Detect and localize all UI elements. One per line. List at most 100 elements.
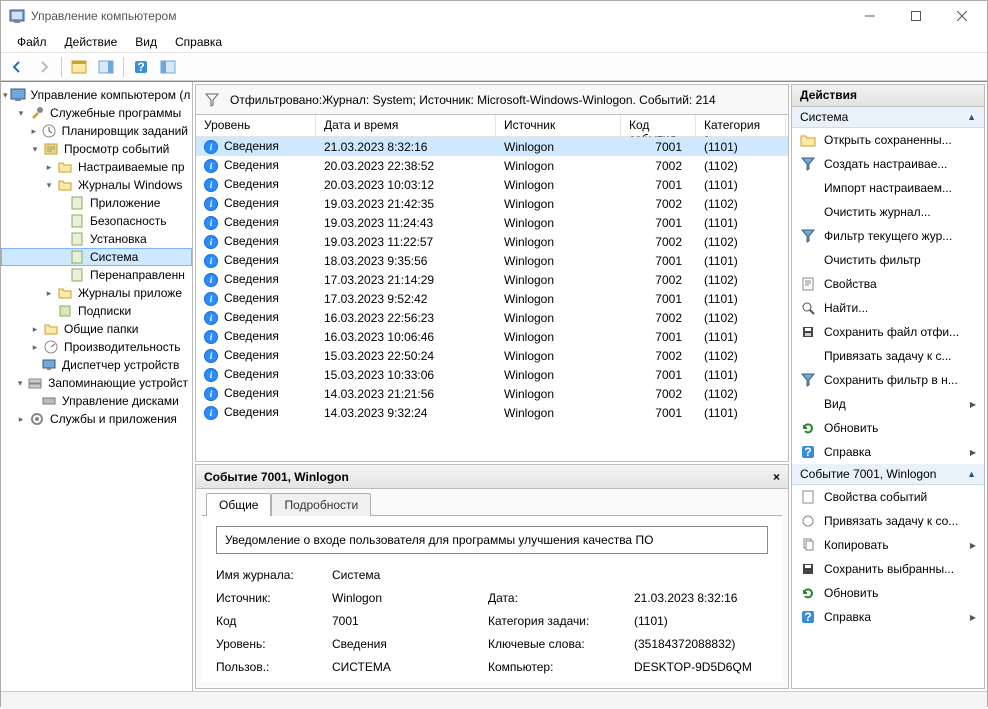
tree-custom-views[interactable]: ▸Настраиваемые пр — [1, 158, 192, 176]
action-import-custom[interactable]: Импорт настраиваем... — [792, 176, 984, 200]
tab-general[interactable]: Общие — [206, 493, 271, 516]
action-help-event[interactable]: ?Справка▶ — [792, 605, 984, 629]
action-create-custom[interactable]: Создать настраивае... — [792, 152, 984, 176]
services-icon — [29, 411, 45, 427]
event-row[interactable]: iСведения17.03.2023 9:52:42Winlogon7001(… — [196, 289, 788, 308]
tree-log-application[interactable]: Приложение — [1, 194, 192, 212]
action-group-event[interactable]: Событие 7001, Winlogon▲ — [792, 464, 984, 485]
event-row[interactable]: iСведения20.03.2023 10:03:12Winlogon7001… — [196, 175, 788, 194]
label-user: Пользов.: — [216, 660, 326, 674]
tree-performance[interactable]: ▸Производительность — [1, 338, 192, 356]
tree-app-logs[interactable]: ▸Журналы приложе — [1, 284, 192, 302]
arrow-right-icon: ▶ — [970, 448, 976, 457]
show-hide-actions-button[interactable] — [94, 55, 118, 79]
funnel-icon — [800, 228, 816, 244]
action-copy[interactable]: Копировать▶ — [792, 533, 984, 557]
event-row[interactable]: iСведения17.03.2023 21:14:29Winlogon7002… — [196, 270, 788, 289]
find-icon — [800, 300, 816, 316]
tree-shared-folders[interactable]: ▸Общие папки — [1, 320, 192, 338]
action-save-filtered[interactable]: Сохранить файл отфи... — [792, 320, 984, 344]
action-clear-log[interactable]: Очистить журнал... — [792, 200, 984, 224]
event-row[interactable]: iСведения19.03.2023 11:24:43Winlogon7001… — [196, 213, 788, 232]
tree-utilities[interactable]: ▾Служебные программы — [1, 104, 192, 122]
col-eventid[interactable]: Код события — [621, 115, 696, 136]
log-icon — [69, 195, 85, 211]
menu-action[interactable]: Действие — [57, 33, 126, 51]
action-save-selected[interactable]: Сохранить выбранны... — [792, 557, 984, 581]
log-icon — [69, 267, 85, 283]
col-datetime[interactable]: Дата и время — [316, 115, 496, 136]
back-button[interactable] — [5, 55, 29, 79]
action-view[interactable]: Вид▶ — [792, 392, 984, 416]
event-row[interactable]: iСведения15.03.2023 22:50:24Winlogon7002… — [196, 346, 788, 365]
event-row[interactable]: iСведения16.03.2023 22:56:23Winlogon7002… — [196, 308, 788, 327]
event-row[interactable]: iСведения19.03.2023 11:22:57Winlogon7002… — [196, 232, 788, 251]
tree-label: Просмотр событий — [64, 142, 169, 156]
event-row[interactable]: iСведения14.03.2023 9:32:24Winlogon7001(… — [196, 403, 788, 422]
event-list-header: Уровень Дата и время Источник Код событи… — [196, 115, 788, 137]
shared-folder-icon — [43, 321, 59, 337]
event-row[interactable]: iСведения16.03.2023 10:06:46Winlogon7001… — [196, 327, 788, 346]
tree-log-system[interactable]: Система — [1, 248, 192, 266]
filter-bar: Отфильтровано:Журнал: System; Источник: … — [196, 85, 788, 115]
action-filter-current[interactable]: Фильтр текущего жур... — [792, 224, 984, 248]
menu-file[interactable]: Файл — [9, 33, 55, 51]
action-clear-filter[interactable]: Очистить фильтр — [792, 248, 984, 272]
info-icon: i — [204, 311, 218, 325]
event-row[interactable]: iСведения19.03.2023 21:42:35Winlogon7002… — [196, 194, 788, 213]
close-detail-button[interactable]: × — [773, 470, 780, 484]
info-icon: i — [204, 368, 218, 382]
tree-event-viewer[interactable]: ▾Просмотр событий — [1, 140, 192, 158]
minimize-button[interactable] — [847, 1, 893, 31]
value-source: Winlogon — [332, 591, 482, 605]
action-attach-task[interactable]: Привязать задачу к с... — [792, 344, 984, 368]
action-refresh-event[interactable]: Обновить — [792, 581, 984, 605]
event-row[interactable]: iСведения15.03.2023 10:33:06Winlogon7001… — [196, 365, 788, 384]
tree-scheduler[interactable]: ▸Планировщик заданий — [1, 122, 192, 140]
menu-help[interactable]: Справка — [167, 33, 230, 51]
navigation-tree[interactable]: ▾Управление компьютером (л ▾Служебные пр… — [1, 82, 193, 691]
maximize-button[interactable] — [893, 1, 939, 31]
tree-label: Перенаправленн — [90, 268, 185, 282]
event-row[interactable]: iСведения18.03.2023 9:35:56Winlogon7001(… — [196, 251, 788, 270]
event-row[interactable]: iСведения14.03.2023 21:21:56Winlogon7002… — [196, 384, 788, 403]
disk-icon — [41, 393, 57, 409]
tree-log-security[interactable]: Безопасность — [1, 212, 192, 230]
action-attach-task-event[interactable]: Привязать задачу к со... — [792, 509, 984, 533]
action-help[interactable]: ?Справка▶ — [792, 440, 984, 464]
action-group-system[interactable]: Система▲ — [792, 107, 984, 128]
action-refresh[interactable]: Обновить — [792, 416, 984, 440]
menu-view[interactable]: Вид — [127, 33, 165, 51]
tree-storage[interactable]: ▾Запоминающие устройст — [1, 374, 192, 392]
tree-root[interactable]: ▾Управление компьютером (л — [1, 86, 192, 104]
show-hide-tree-button[interactable] — [67, 55, 91, 79]
tree-log-forwarded[interactable]: Перенаправленн — [1, 266, 192, 284]
event-row[interactable]: iСведения20.03.2023 22:38:52Winlogon7002… — [196, 156, 788, 175]
tree-subscriptions[interactable]: Подписки — [1, 302, 192, 320]
action-open-saved[interactable]: Открыть сохраненны... — [792, 128, 984, 152]
col-level[interactable]: Уровень — [196, 115, 316, 136]
close-button[interactable] — [939, 1, 985, 31]
tree-windows-logs[interactable]: ▾Журналы Windows — [1, 176, 192, 194]
help-button[interactable]: ? — [129, 55, 153, 79]
tree-services[interactable]: ▸Службы и приложения — [1, 410, 192, 428]
event-list[interactable]: iСведения21.03.2023 8:32:16Winlogon7001(… — [196, 137, 788, 461]
tree-label: Запоминающие устройст — [48, 376, 188, 390]
action-find[interactable]: Найти... — [792, 296, 984, 320]
tree-log-setup[interactable]: Установка — [1, 230, 192, 248]
properties-icon — [800, 489, 816, 505]
action-event-properties[interactable]: Свойства событий — [792, 485, 984, 509]
info-icon: i — [204, 216, 218, 230]
toolbar-extra-button[interactable] — [156, 55, 180, 79]
col-source[interactable]: Источник — [496, 115, 621, 136]
tree-device-manager[interactable]: Диспетчер устройств — [1, 356, 192, 374]
svg-text:?: ? — [137, 60, 144, 74]
event-row[interactable]: iСведения21.03.2023 8:32:16Winlogon7001(… — [196, 137, 788, 156]
action-save-filter-as[interactable]: Сохранить фильтр в н... — [792, 368, 984, 392]
forward-button[interactable] — [32, 55, 56, 79]
col-category[interactable]: Категория з... — [696, 115, 786, 136]
tree-disk-management[interactable]: Управление дисками — [1, 392, 192, 410]
action-properties[interactable]: Свойства — [792, 272, 984, 296]
tab-details[interactable]: Подробности — [271, 493, 371, 516]
info-icon: i — [204, 273, 218, 287]
